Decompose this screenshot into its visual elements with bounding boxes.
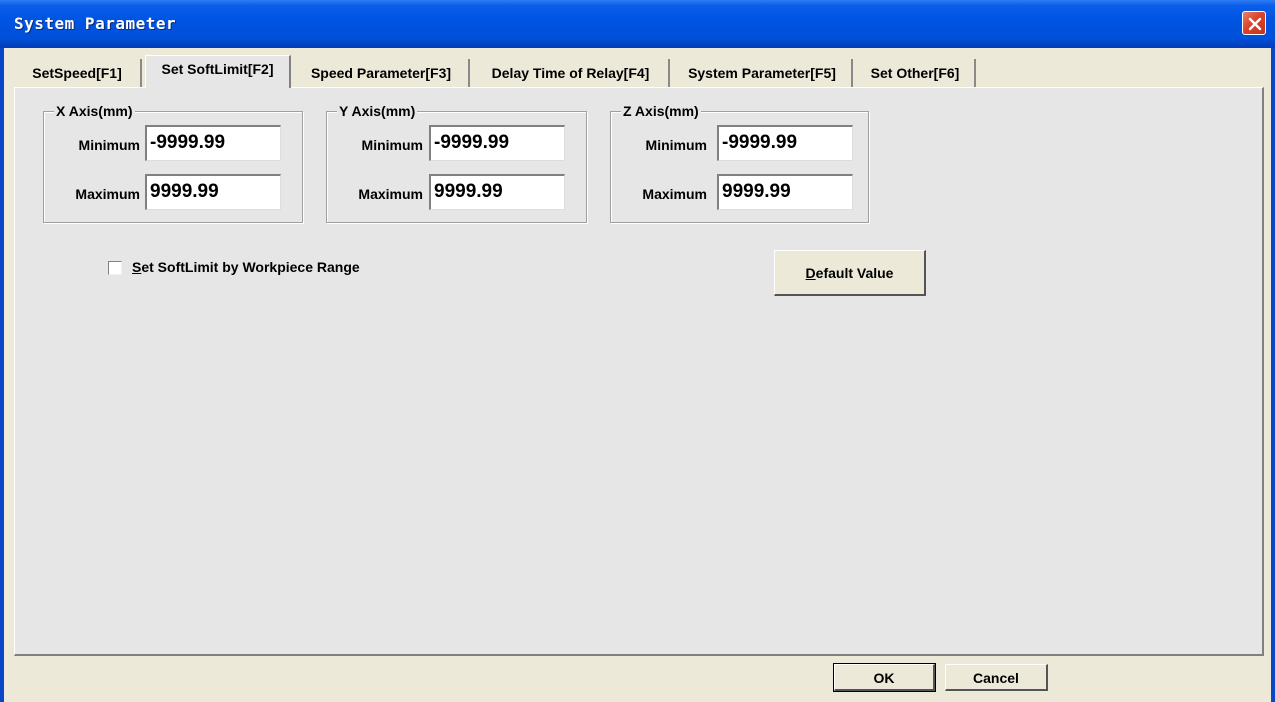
- tab-strip: SetSpeed[F1] Set SoftLimit[F2] Speed Par…: [14, 55, 1264, 88]
- y-max-input[interactable]: 9999.99: [429, 174, 565, 210]
- cancel-button[interactable]: Cancel: [945, 664, 1048, 691]
- tab-delay-time-of-relay[interactable]: Delay Time of Relay[F4]: [473, 59, 670, 87]
- ok-label: OK: [873, 670, 895, 686]
- z-max-label: Maximum: [642, 186, 707, 202]
- title-bar[interactable]: System Parameter: [0, 0, 1275, 48]
- tab-label: SetSpeed[F1]: [32, 65, 122, 81]
- z-axis-title: Z Axis(mm): [621, 103, 701, 119]
- button-label: efault Value: [815, 265, 894, 281]
- y-axis-title: Y Axis(mm): [337, 103, 418, 119]
- window-title: System Parameter: [14, 14, 177, 33]
- x-max-label: Maximum: [75, 186, 140, 202]
- accel-letter: S: [132, 259, 142, 275]
- x-axis-group: X Axis(mm) Minimum -9999.99 Maximum 9999…: [43, 103, 303, 223]
- ok-button[interactable]: OK: [833, 663, 936, 692]
- y-axis-group: Y Axis(mm) Minimum -9999.99 Maximum 9999…: [326, 103, 587, 223]
- tab-label: System Parameter[F5]: [688, 65, 836, 81]
- z-axis-group: Z Axis(mm) Minimum -9999.99 Maximum 9999…: [610, 103, 869, 223]
- workpiece-range-checkbox[interactable]: [108, 261, 122, 275]
- close-button[interactable]: [1242, 11, 1266, 35]
- tab-label: Speed Parameter[F3]: [310, 65, 452, 81]
- x-axis-title: X Axis(mm): [54, 103, 135, 119]
- workpiece-range-label[interactable]: Set SoftLimit by Workpiece Range: [132, 259, 360, 275]
- tab-label: Set SoftLimit[F2]: [161, 61, 274, 77]
- system-parameter-dialog: System Parameter SetSpeed[F1] Set SoftLi…: [0, 0, 1275, 702]
- z-min-label: Minimum: [645, 137, 707, 153]
- cancel-label: Cancel: [973, 670, 1019, 686]
- accel-letter: D: [805, 265, 816, 281]
- tab-set-other[interactable]: Set Other[F6]: [856, 59, 976, 87]
- default-value-button[interactable]: Default Value: [774, 250, 926, 296]
- tab-speed-parameter[interactable]: Speed Parameter[F3]: [294, 59, 470, 87]
- y-min-label: Minimum: [361, 137, 423, 153]
- z-max-input[interactable]: 9999.99: [717, 174, 853, 210]
- x-min-label: Minimum: [78, 137, 140, 153]
- y-max-label: Maximum: [358, 186, 423, 202]
- close-icon: [1248, 17, 1262, 31]
- tab-set-speed[interactable]: SetSpeed[F1]: [14, 59, 142, 87]
- softlimit-panel: X Axis(mm) Minimum -9999.99 Maximum 9999…: [14, 87, 1264, 656]
- y-min-input[interactable]: -9999.99: [429, 125, 565, 161]
- x-min-input[interactable]: -9999.99: [145, 125, 281, 161]
- x-max-input[interactable]: 9999.99: [145, 174, 281, 210]
- z-min-input[interactable]: -9999.99: [717, 125, 853, 161]
- tab-label: Set Other[F6]: [870, 65, 960, 81]
- tab-set-softlimit[interactable]: Set SoftLimit[F2]: [145, 55, 291, 88]
- tab-system-parameter[interactable]: System Parameter[F5]: [673, 59, 853, 87]
- tab-label: Delay Time of Relay[F4]: [491, 65, 650, 81]
- label-text: et SoftLimit by Workpiece Range: [141, 259, 360, 275]
